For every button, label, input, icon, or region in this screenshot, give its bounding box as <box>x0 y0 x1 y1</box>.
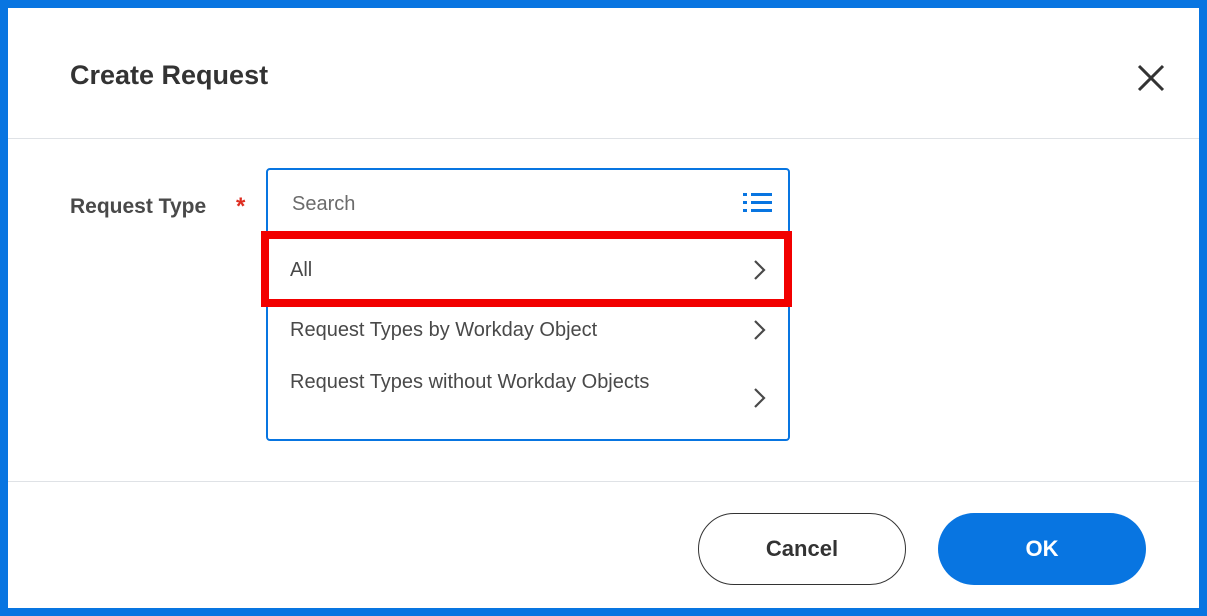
option-label: All <box>290 259 313 281</box>
required-marker: * <box>236 193 246 220</box>
request-type-label: Request Type <box>70 195 207 218</box>
list-icon[interactable] <box>742 190 774 216</box>
option-label: Request Types without Workday Objects <box>290 371 650 393</box>
request-type-prompt: All Request Types by Workday Object Requ… <box>266 168 790 441</box>
search-input[interactable] <box>290 186 714 222</box>
chevron-right-icon <box>754 388 766 408</box>
option-request-types-by-workday-object[interactable]: Request Types by Workday Object <box>268 300 788 360</box>
dialog-header: Create Request <box>8 8 1199 139</box>
chevron-right-icon <box>754 260 766 280</box>
close-icon <box>1137 64 1165 92</box>
chevron-right-icon <box>754 320 766 340</box>
cancel-button[interactable]: Cancel <box>698 513 906 585</box>
search-row <box>268 170 788 236</box>
footer-divider <box>8 481 1199 482</box>
option-all[interactable]: All <box>268 240 788 300</box>
dialog-title: Create Request <box>70 60 269 90</box>
ok-button[interactable]: OK <box>938 513 1146 585</box>
option-request-types-without-workday-objects[interactable]: Request Types without Workday Objects <box>268 360 788 437</box>
create-request-dialog: Create Request Request Type * All <box>8 8 1199 608</box>
close-button[interactable] <box>1131 58 1171 98</box>
option-label: Request Types by Workday Object <box>290 319 598 341</box>
